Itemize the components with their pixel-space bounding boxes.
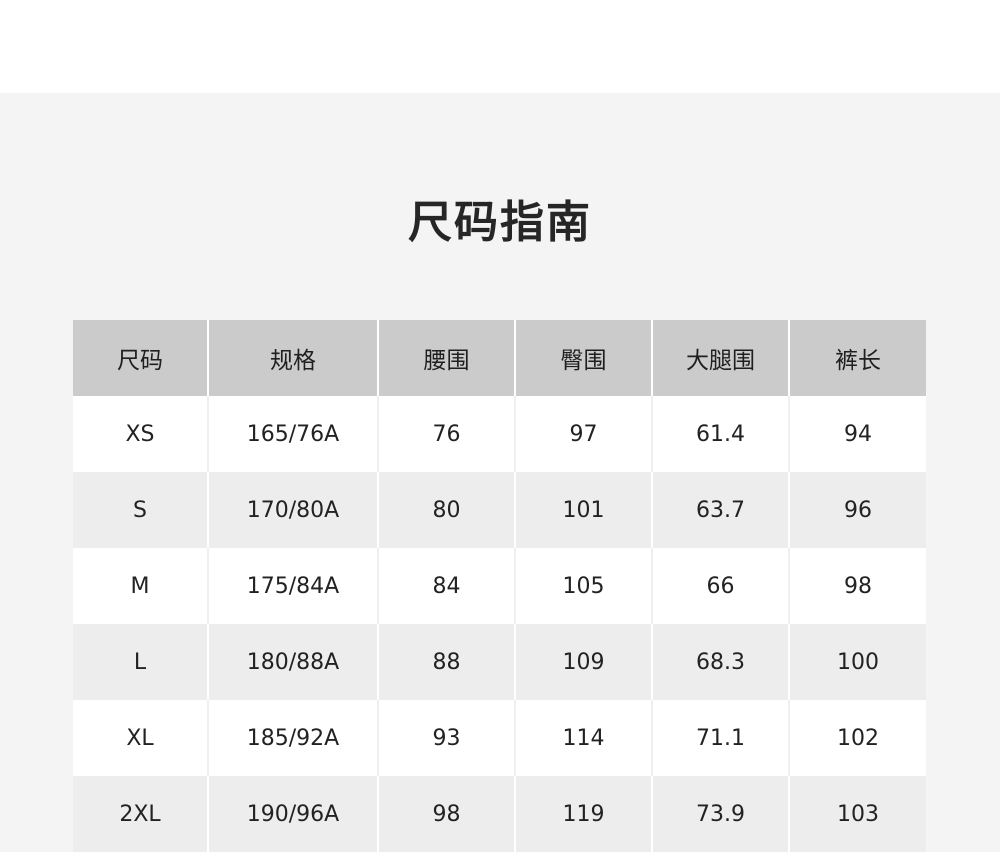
table-header-row: 尺码 规格 腰围 臀围 大腿围 裤长 xyxy=(73,320,926,396)
header-length: 裤长 xyxy=(788,320,926,396)
cell-waist: 98 xyxy=(377,776,516,852)
size-chart-table: 尺码 规格 腰围 臀围 大腿围 裤长 XS 165/76A 76 97 61.4… xyxy=(73,320,926,852)
cell-thigh: 61.4 xyxy=(651,396,790,472)
cell-hip: 114 xyxy=(514,700,653,776)
cell-waist: 76 xyxy=(377,396,516,472)
cell-thigh: 68.3 xyxy=(651,624,790,700)
cell-length: 98 xyxy=(788,548,926,624)
cell-size: M xyxy=(73,548,209,624)
cell-size: XL xyxy=(73,700,209,776)
cell-hip: 119 xyxy=(514,776,653,852)
cell-length: 103 xyxy=(788,776,926,852)
cell-waist: 80 xyxy=(377,472,516,548)
page-title: 尺码指南 xyxy=(408,197,592,248)
cell-waist: 84 xyxy=(377,548,516,624)
cell-waist: 93 xyxy=(377,700,516,776)
cell-hip: 97 xyxy=(514,396,653,472)
cell-thigh: 63.7 xyxy=(651,472,790,548)
cell-waist: 88 xyxy=(377,624,516,700)
cell-size: 2XL xyxy=(73,776,209,852)
cell-length: 102 xyxy=(788,700,926,776)
header-size: 尺码 xyxy=(73,320,209,396)
header-spec: 规格 xyxy=(207,320,379,396)
cell-spec: 180/88A xyxy=(207,624,379,700)
table-row: XL 185/92A 93 114 71.1 102 xyxy=(73,700,926,776)
cell-hip: 105 xyxy=(514,548,653,624)
cell-spec: 175/84A xyxy=(207,548,379,624)
cell-spec: 190/96A xyxy=(207,776,379,852)
header-hip: 臀围 xyxy=(514,320,653,396)
cell-length: 96 xyxy=(788,472,926,548)
cell-size: S xyxy=(73,472,209,548)
cell-hip: 109 xyxy=(514,624,653,700)
cell-length: 100 xyxy=(788,624,926,700)
table-row: XS 165/76A 76 97 61.4 94 xyxy=(73,396,926,472)
cell-thigh: 71.1 xyxy=(651,700,790,776)
cell-thigh: 73.9 xyxy=(651,776,790,852)
cell-spec: 170/80A xyxy=(207,472,379,548)
cell-thigh: 66 xyxy=(651,548,790,624)
cell-hip: 101 xyxy=(514,472,653,548)
header-thigh: 大腿围 xyxy=(651,320,790,396)
table-row: M 175/84A 84 105 66 98 xyxy=(73,548,926,624)
cell-size: XS xyxy=(73,396,209,472)
cell-size: L xyxy=(73,624,209,700)
cell-spec: 165/76A xyxy=(207,396,379,472)
table-row: L 180/88A 88 109 68.3 100 xyxy=(73,624,926,700)
cell-length: 94 xyxy=(788,396,926,472)
top-white-band xyxy=(0,0,1000,93)
table-row: 2XL 190/96A 98 119 73.9 103 xyxy=(73,776,926,852)
cell-spec: 185/92A xyxy=(207,700,379,776)
header-waist: 腰围 xyxy=(377,320,516,396)
table-row: S 170/80A 80 101 63.7 96 xyxy=(73,472,926,548)
